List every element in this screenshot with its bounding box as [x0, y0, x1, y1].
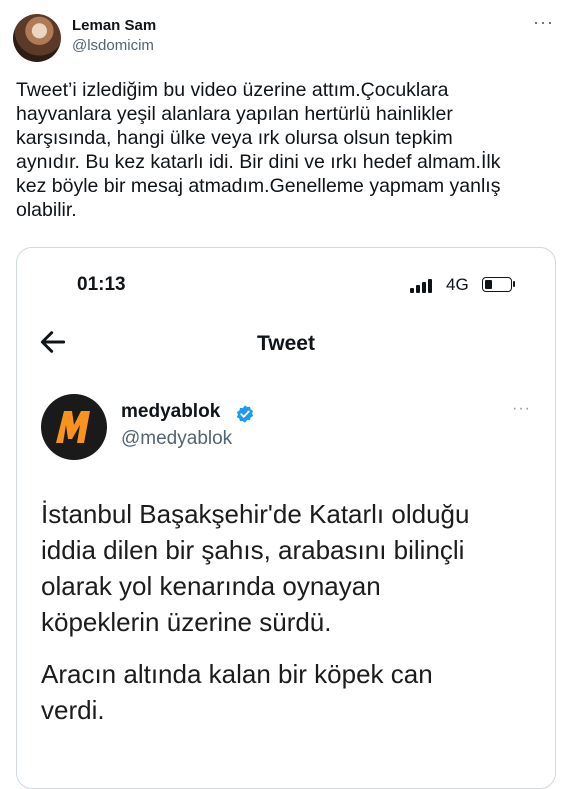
signal-icon [410, 279, 436, 293]
author-handle[interactable]: @lsdomicim [72, 37, 154, 54]
author-name[interactable]: Leman Sam [72, 17, 156, 34]
avatar[interactable] [13, 14, 61, 62]
status-time: 01:13 [77, 274, 126, 295]
medyablok-logo[interactable] [41, 394, 107, 460]
embedded-tweet-paragraph-2: Aracın altında kalan bir köpek can verdi… [41, 659, 433, 725]
battery-icon [482, 277, 512, 292]
embedded-more-icon[interactable]: ··· [512, 400, 531, 418]
battery-tip [513, 281, 515, 287]
embedded-tweet-paragraph-1: İstanbul Başakşehir'de Katarlı olduğu id… [41, 499, 470, 637]
media-screenshot[interactable]: 01:13 4G Tweet medyablok @medyablok ··· … [16, 247, 556, 789]
logo-m-icon [56, 411, 90, 443]
tweet-text: Tweet’i izlediğim bu video üzerine attım… [16, 79, 501, 221]
more-options-icon[interactable]: ··· [533, 12, 554, 33]
verified-badge-icon [236, 405, 254, 423]
header-title: Tweet [257, 332, 315, 355]
embedded-author-name[interactable]: medyablok [121, 401, 220, 423]
embedded-author-handle[interactable]: @medyablok [121, 428, 232, 450]
network-label: 4G [446, 275, 469, 294]
